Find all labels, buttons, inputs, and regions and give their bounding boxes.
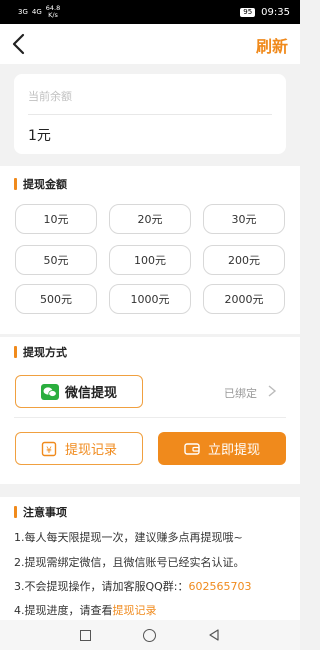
withdraw-record-button[interactable]: ¥ 提现记录 bbox=[15, 432, 143, 465]
notes-panel: 注意事项 1.每人每天限提现一次，建议赚多点再提现哦~ 2.提现需绑定微信，且微… bbox=[0, 497, 300, 620]
bound-status[interactable]: 已绑定 bbox=[224, 385, 257, 401]
system-back-icon[interactable] bbox=[208, 629, 220, 641]
withdraw-now-button[interactable]: 立即提现 bbox=[158, 432, 286, 465]
note-line-4: 4.提现进度，请查看提现记录 bbox=[14, 602, 157, 618]
amount-option-500[interactable]: 500元 bbox=[15, 284, 97, 314]
clock: 09:35 bbox=[261, 6, 290, 18]
notes-section-label: 注意事项 bbox=[23, 506, 67, 519]
wechat-withdraw-option[interactable]: 微信提现 bbox=[15, 375, 143, 408]
section-accent-bar bbox=[14, 346, 17, 358]
net-speed: 64.8 K/s bbox=[46, 5, 60, 19]
note-line-4-text: 4.提现进度，请查看 bbox=[14, 604, 113, 617]
wechat-icon bbox=[40, 383, 59, 400]
withdraw-now-label: 立即提现 bbox=[207, 443, 260, 458]
amount-option-1000[interactable]: 1000元 bbox=[109, 284, 191, 314]
withdraw-record-label: 提现记录 bbox=[64, 443, 117, 458]
wallet-icon bbox=[184, 442, 200, 455]
amount-section-title: 提现金额 bbox=[14, 176, 67, 192]
back-button[interactable] bbox=[10, 32, 30, 56]
section-accent-bar bbox=[14, 178, 17, 190]
note-line-3-text: 3.不会提现操作，请加客服QQ群:： bbox=[14, 580, 189, 593]
amount-option-200[interactable]: 200元 bbox=[203, 245, 285, 275]
recent-apps-icon[interactable] bbox=[80, 629, 91, 641]
wechat-withdraw-label: 微信提现 bbox=[64, 386, 117, 401]
balance-divider bbox=[28, 114, 272, 115]
balance-label: 当前余额 bbox=[28, 90, 72, 103]
system-nav-bar bbox=[0, 620, 300, 650]
signal-3g-label: 3G bbox=[18, 7, 28, 16]
status-right: 95 09:35 bbox=[240, 7, 290, 18]
notes-section-title: 注意事项 bbox=[14, 504, 67, 520]
svg-text:¥: ¥ bbox=[46, 446, 52, 456]
balance-value: 1元 bbox=[28, 128, 51, 144]
home-icon[interactable] bbox=[143, 628, 156, 642]
note-line-2: 2.提现需绑定微信，且微信账号已经实名认证。 bbox=[14, 556, 245, 569]
amount-option-2000[interactable]: 2000元 bbox=[203, 284, 285, 314]
battery-icon: 95 bbox=[240, 7, 256, 17]
status-bar: 3G 4G 64.8 K/s 95 09:35 bbox=[0, 0, 300, 24]
back-arrow-icon bbox=[12, 33, 25, 55]
withdraw-record-link[interactable]: 提现记录 bbox=[113, 604, 157, 617]
refresh-button[interactable]: 刷新 bbox=[256, 33, 288, 57]
amount-panel: 提现金额 10元 20元 30元 50元 100元 200元 500元 1000… bbox=[0, 166, 300, 334]
status-left: 3G 4G 64.8 K/s bbox=[18, 5, 60, 19]
amount-option-30[interactable]: 30元 bbox=[203, 204, 285, 234]
net-speed-unit: K/s bbox=[48, 11, 58, 19]
amount-option-50[interactable]: 50元 bbox=[15, 245, 97, 275]
chevron-right-icon[interactable] bbox=[266, 384, 278, 398]
amount-option-100[interactable]: 100元 bbox=[109, 245, 191, 275]
nav-bar: 刷新 bbox=[0, 24, 300, 64]
receipt-icon: ¥ bbox=[41, 441, 57, 456]
signal-4g-label: 4G bbox=[31, 7, 42, 16]
section-accent-bar bbox=[14, 506, 17, 518]
method-section-label: 提现方式 bbox=[23, 346, 67, 359]
wechat-bubbles-icon bbox=[43, 386, 57, 397]
note-line-1: 1.每人每天限提现一次，建议赚多点再提现哦~ bbox=[14, 531, 243, 544]
amount-option-10[interactable]: 10元 bbox=[15, 204, 97, 234]
amount-option-20[interactable]: 20元 bbox=[109, 204, 191, 234]
qq-group-number[interactable]: 602565703 bbox=[189, 580, 252, 593]
balance-card: 当前余额 1元 bbox=[14, 74, 286, 154]
amount-section-label: 提现金额 bbox=[23, 178, 67, 191]
note-line-3: 3.不会提现操作，请加客服QQ群:：602565703 bbox=[14, 578, 252, 594]
method-section-title: 提现方式 bbox=[14, 344, 67, 360]
method-divider bbox=[14, 417, 286, 418]
